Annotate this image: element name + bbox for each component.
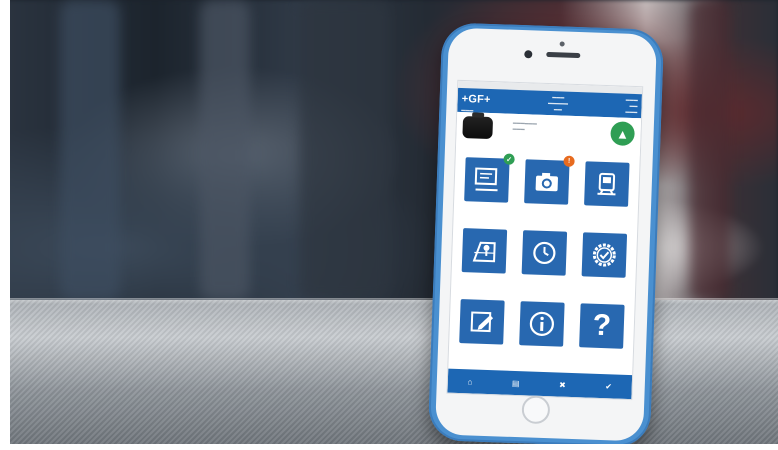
tile-cell [517,230,571,285]
tile-caption [520,206,572,214]
checkmark-tile[interactable] [581,232,628,278]
header-right-info: ▬▬▬ ▬▬ ▬▬▬ [625,96,638,115]
location-map-icon [472,241,496,263]
counter-edge-highlight [0,298,778,304]
tile-caption [457,275,509,283]
tile-cell [580,161,634,216]
info-tile[interactable] [519,301,565,347]
message-board-tile[interactable]: ✓ [464,153,515,203]
tile-caption [577,279,629,287]
photo-scene: +GF+ ▬▬▬ ▬▬▬ ▬▬▬▬▬ ▬▬ ▬▬▬ ▬▬ ▬▬▬ ▬▬▬▬▬▬ ▬▬▬ ▲ [0,0,778,450]
tile-caption [575,350,627,358]
machine-icon [597,172,616,196]
device-thumbnail [462,116,494,140]
front-camera [524,50,533,59]
photo-badge: ! [563,155,575,167]
tile-caption [455,346,507,354]
device-info-text: ▬▬▬▬▬▬ ▬▬▬ [512,119,537,132]
list-icon: ▤ [511,378,520,388]
background-blur-shape [690,0,730,300]
tile-cell: ✓ [460,153,515,212]
tile-caption [517,277,569,285]
tile-caption [580,208,632,216]
background-blur-shape [200,0,250,300]
clock-tile[interactable] [521,230,568,276]
help-tile[interactable]: ? [579,303,625,349]
tile-cell [455,299,509,354]
message-badge: ✓ [503,153,515,165]
tile-cell [515,301,569,356]
edit-note-tile[interactable] [459,299,505,345]
help-question-icon: ? [592,308,612,343]
camera-icon [535,172,558,192]
image-border [0,0,10,450]
tab-settings[interactable]: ✔ [605,382,612,391]
bottom-tab-bar: ⌂ ▤ ✖ ✔ [447,368,633,400]
tile-cell [457,228,511,283]
clock-icon [533,241,556,265]
machine-tile[interactable] [584,161,630,207]
settings-icon: ✔ [605,381,613,391]
edit-note-icon [470,311,494,333]
phone-screen: +GF+ ▬▬▬ ▬▬▬ ▬▬▬▬▬ ▬▬ ▬▬▬ ▬▬ ▬▬▬ ▬▬▬▬▬▬ ▬▬▬ ▲ [446,79,644,401]
background-blur-shape [60,0,120,300]
phone-face: +GF+ ▬▬▬ ▬▬▬ ▬▬▬▬▬ ▬▬ ▬▬▬ ▬▬ ▬▬▬ ▬▬▬▬▬▬ ▬▬▬ ▲ [434,27,658,442]
tile-caption [460,204,512,212]
home-icon: ⌂ [467,376,473,387]
earpiece-speaker [546,51,581,59]
tab-tools[interactable]: ✖ [559,380,566,389]
dashboard-tile-grid: ✓ ! ? [455,153,634,358]
tab-list[interactable]: ▤ [512,378,520,387]
home-button[interactable] [521,395,551,425]
tools-icon: ✖ [558,380,566,390]
info-icon [529,311,554,337]
metal-counter-surface [0,300,778,450]
phone-sensor [559,41,565,47]
tile-caption [515,348,567,356]
tile-cell: ? [575,303,629,358]
logo-text: +GF+ [461,92,491,106]
header-center-info: ▬▬▬ ▬▬▬▬▬ ▬▬ [548,94,569,112]
tile-cell [577,232,631,287]
brand-logo: +GF+ ▬▬▬ [461,88,491,112]
image-border [0,444,778,450]
smartphone: +GF+ ▬▬▬ ▬▬▬ ▬▬▬▬▬ ▬▬ ▬▬▬ ▬▬ ▬▬▬ ▬▬▬▬▬▬ ▬▬▬ ▲ [427,22,665,448]
message-board-icon [474,167,498,192]
camera-tile[interactable]: ! [524,155,575,205]
location-map-tile[interactable] [461,228,508,274]
tab-home[interactable]: ⌂ [467,377,472,386]
device-profile[interactable]: ▬▬▬▬▬▬ ▬▬▬ ▲ [455,111,642,157]
user-avatar-icon[interactable]: ▲ [610,121,635,147]
checkmark-gear-icon [592,243,616,267]
background-blur-shape [300,0,390,300]
tile-cell: ! [520,155,575,214]
